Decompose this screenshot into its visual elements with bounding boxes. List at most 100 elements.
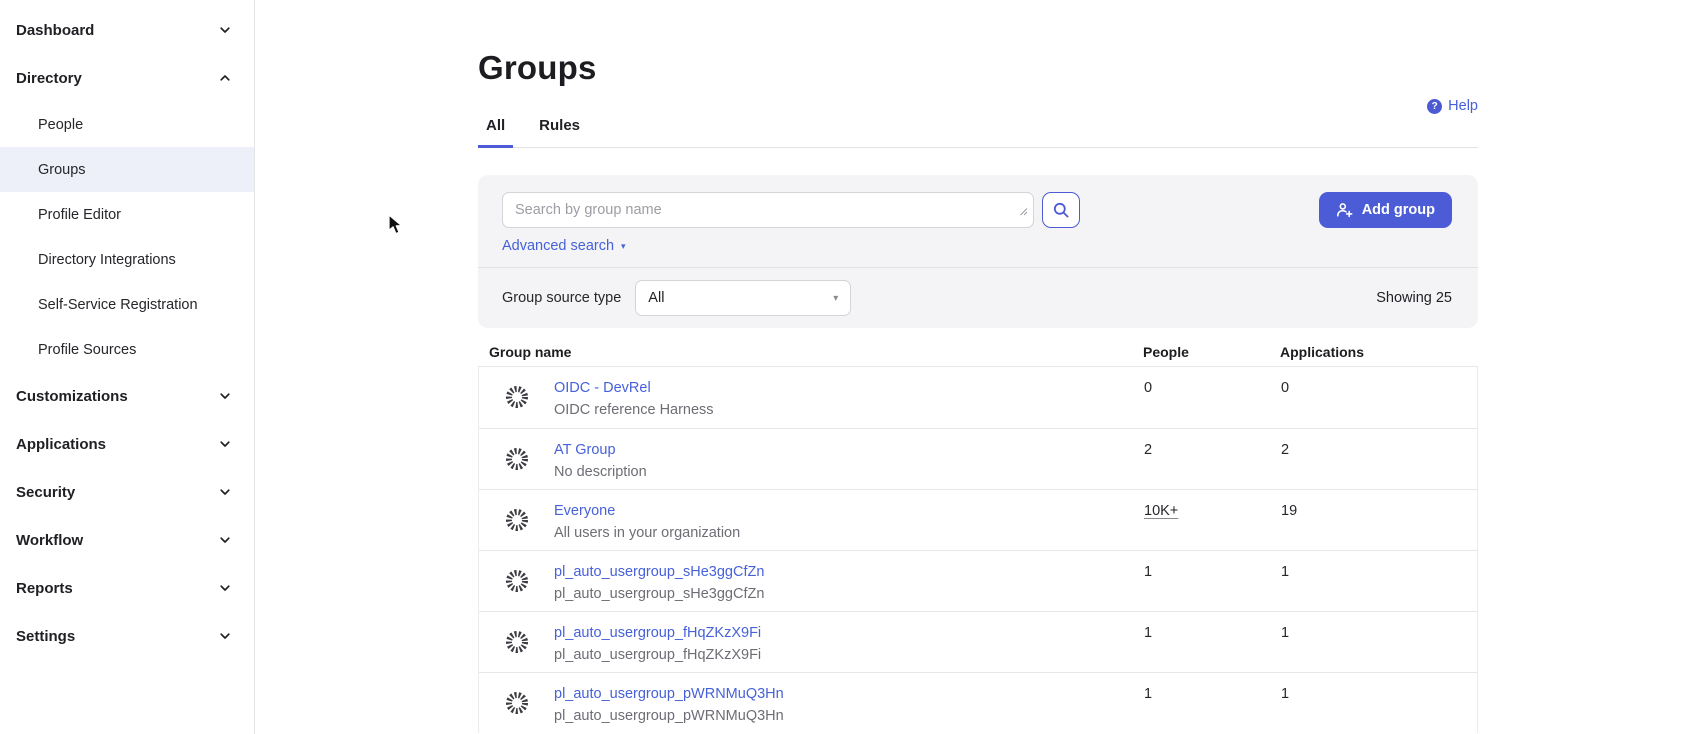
filter-card: Add group Advanced search ▾ Group source…	[478, 175, 1478, 328]
column-header-group-name: Group name	[478, 343, 1143, 361]
group-name-cell: OIDC - DevRel OIDC reference Harness	[479, 378, 1144, 421]
chevron-down-icon	[218, 581, 232, 595]
chevron-up-icon	[218, 71, 232, 85]
search-button[interactable]	[1042, 192, 1080, 228]
group-source-type-label: Group source type	[502, 290, 621, 306]
group-name-link[interactable]: pl_auto_usergroup_fHqZKzX9Fi	[554, 625, 761, 641]
applications-count: 1	[1281, 623, 1477, 644]
sidebar-item-label: Reports	[16, 580, 73, 597]
applications-count: 0	[1281, 378, 1477, 399]
sidebar-item-reports[interactable]: Reports	[0, 564, 254, 612]
people-count[interactable]: 10K+	[1144, 501, 1281, 522]
chevron-down-icon	[218, 629, 232, 643]
applications-count: 2	[1281, 440, 1477, 461]
column-header-applications: Applications	[1280, 343, 1478, 361]
tab-rules[interactable]: Rules	[531, 116, 588, 147]
group-name-cell: pl_auto_usergroup_sHe3ggCfZn pl_auto_use…	[479, 562, 1144, 605]
sidebar-item-groups[interactable]: Groups	[0, 147, 254, 192]
sidebar-item-label: Applications	[16, 436, 106, 453]
person-plus-icon	[1336, 202, 1353, 218]
chevron-down-icon	[218, 533, 232, 547]
resize-handle-icon[interactable]	[1019, 203, 1028, 221]
table-row-pl-auto-usergroup-pwrnmuq3hn: pl_auto_usergroup_pWRNMuQ3Hn pl_auto_use…	[479, 672, 1477, 733]
group-description: All users in your organization	[554, 523, 740, 544]
add-group-label: Add group	[1362, 202, 1435, 218]
people-count: 1	[1144, 684, 1281, 705]
group-name-cell: pl_auto_usergroup_fHqZKzX9Fi pl_auto_use…	[479, 623, 1144, 666]
sidebar-item-customizations[interactable]: Customizations	[0, 372, 254, 420]
chevron-down-icon	[218, 485, 232, 499]
sidebar-item-dashboard[interactable]: Dashboard	[0, 6, 254, 54]
group-name-link[interactable]: AT Group	[554, 442, 616, 458]
applications-count: 19	[1281, 501, 1477, 522]
sidebar-item-label: Self-Service Registration	[38, 297, 198, 313]
people-count: 1	[1144, 562, 1281, 583]
chevron-down-icon	[218, 437, 232, 451]
people-count: 0	[1144, 378, 1281, 399]
sidebar-item-settings[interactable]: Settings	[0, 612, 254, 660]
sidebar-item-label: Customizations	[16, 388, 128, 405]
group-name-cell: pl_auto_usergroup_pWRNMuQ3Hn pl_auto_use…	[479, 684, 1144, 727]
groups-table: Group name People Applications OIDC - De…	[478, 337, 1478, 733]
group-name-cell: Everyone All users in your organization	[479, 501, 1144, 544]
table-row-pl-auto-usergroup-fhqzkzx9fi: pl_auto_usergroup_fHqZKzX9Fi pl_auto_use…	[479, 611, 1477, 672]
sidebar-item-label: Dashboard	[16, 22, 94, 39]
group-description: OIDC reference Harness	[554, 400, 714, 421]
sidebar-item-applications[interactable]: Applications	[0, 420, 254, 468]
page-title: Groups	[478, 46, 1478, 90]
sidebar-item-label: Directory Integrations	[38, 252, 176, 268]
sidebar-item-directory-integrations[interactable]: Directory Integrations	[0, 237, 254, 282]
sidebar-item-label: Directory	[16, 70, 82, 87]
sidebar-item-label: People	[38, 117, 83, 133]
column-header-people: People	[1143, 343, 1280, 361]
group-name-link[interactable]: OIDC - DevRel	[554, 380, 651, 396]
group-name-link[interactable]: pl_auto_usergroup_sHe3ggCfZn	[554, 564, 764, 580]
tab-bar: All Rules	[478, 116, 1478, 148]
group-name-link[interactable]: Everyone	[554, 503, 615, 519]
sidebar-item-label: Settings	[16, 628, 75, 645]
sidebar-item-self-service-registration[interactable]: Self-Service Registration	[0, 282, 254, 327]
table-row-pl-auto-usergroup-she3ggcfzn: pl_auto_usergroup_sHe3ggCfZn pl_auto_use…	[479, 550, 1477, 611]
advanced-search-link[interactable]: Advanced search ▾	[502, 237, 626, 255]
question-circle-icon: ?	[1427, 99, 1442, 114]
search-input[interactable]	[502, 192, 1034, 228]
group-name-link[interactable]: pl_auto_usergroup_pWRNMuQ3Hn	[554, 686, 784, 702]
group-starburst-icon	[504, 384, 530, 410]
sidebar: Dashboard Directory People Groups	[0, 0, 255, 734]
group-starburst-icon	[504, 690, 530, 716]
group-description: pl_auto_usergroup_sHe3ggCfZn	[554, 584, 764, 605]
sidebar-item-people[interactable]: People	[0, 102, 254, 147]
group-starburst-icon	[504, 446, 530, 472]
people-count: 1	[1144, 623, 1281, 644]
sidebar-item-profile-sources[interactable]: Profile Sources	[0, 327, 254, 372]
caret-down-icon: ▾	[621, 237, 626, 255]
people-count: 2	[1144, 440, 1281, 461]
applications-count: 1	[1281, 684, 1477, 705]
add-group-button[interactable]: Add group	[1319, 192, 1452, 228]
group-starburst-icon	[504, 507, 530, 533]
group-description: pl_auto_usergroup_fHqZKzX9Fi	[554, 645, 761, 666]
group-source-type-select[interactable]: All ▾	[635, 280, 851, 316]
group-description: pl_auto_usergroup_pWRNMuQ3Hn	[554, 706, 784, 727]
sidebar-item-workflow[interactable]: Workflow	[0, 516, 254, 564]
sidebar-item-label: Profile Sources	[38, 342, 136, 358]
help-label: Help	[1448, 98, 1478, 114]
chevron-down-icon	[218, 389, 232, 403]
magnifier-icon	[1052, 201, 1070, 219]
caret-down-icon: ▾	[833, 293, 838, 304]
tab-label: Rules	[539, 117, 580, 134]
table-header: Group name People Applications	[478, 337, 1478, 366]
showing-count: Showing 25	[1376, 290, 1452, 306]
tab-all[interactable]: All	[478, 116, 513, 147]
help-link[interactable]: ? Help	[1427, 98, 1478, 114]
sidebar-item-profile-editor[interactable]: Profile Editor	[0, 192, 254, 237]
group-description: No description	[554, 462, 647, 483]
sidebar-item-label: Profile Editor	[38, 207, 121, 223]
sidebar-nav: Dashboard Directory People Groups	[0, 6, 254, 660]
sidebar-item-label: Groups	[38, 162, 86, 178]
sidebar-item-directory[interactable]: Directory	[0, 54, 254, 102]
group-starburst-icon	[504, 629, 530, 655]
main-area: ? Help Groups All Rules	[255, 0, 1687, 734]
applications-count: 1	[1281, 562, 1477, 583]
sidebar-item-security[interactable]: Security	[0, 468, 254, 516]
